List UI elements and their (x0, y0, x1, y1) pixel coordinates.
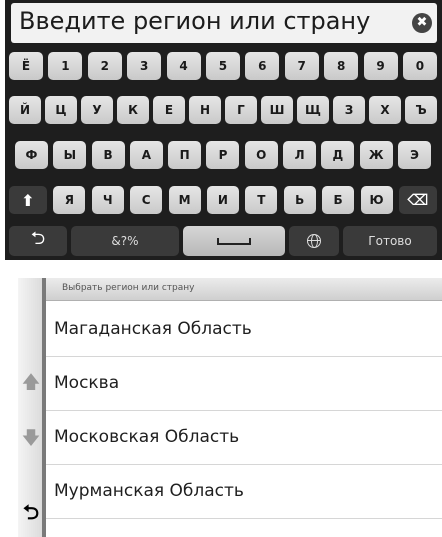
key[interactable]: О (244, 141, 278, 169)
key[interactable]: 7 (284, 52, 319, 80)
key[interactable]: Н (189, 96, 221, 124)
key[interactable]: Ё (9, 52, 43, 80)
key[interactable]: 6 (245, 52, 280, 80)
list-item-label: Московская Область (54, 427, 240, 447)
key[interactable]: Щ (297, 96, 329, 124)
key[interactable]: 4 (166, 52, 201, 80)
key[interactable]: Ю (360, 186, 393, 214)
back-icon[interactable]: ⮌ (9, 226, 67, 256)
key[interactable]: П (168, 141, 202, 169)
key[interactable]: Б (322, 186, 355, 214)
key[interactable]: 8 (324, 52, 359, 80)
key[interactable]: В (91, 141, 125, 169)
key[interactable]: Х (369, 96, 401, 124)
key[interactable]: У (81, 96, 113, 124)
key[interactable]: Ь (283, 186, 316, 214)
key[interactable]: Т (245, 186, 278, 214)
key[interactable]: 3 (127, 52, 162, 80)
key[interactable]: Ы (53, 141, 87, 169)
key[interactable]: Ч (91, 186, 124, 214)
language-key[interactable] (289, 226, 339, 256)
key[interactable]: М (168, 186, 201, 214)
list-item-label: Москва (54, 373, 120, 393)
scroll-up-icon[interactable]: 🡅 (18, 370, 44, 400)
space-key[interactable] (183, 226, 285, 256)
key[interactable]: Е (153, 96, 185, 124)
list-header-title: Выбрать регион или страну (62, 283, 195, 293)
symbols-key[interactable]: &?% (71, 226, 179, 256)
key[interactable]: 2 (87, 52, 122, 80)
backspace-icon[interactable]: ⌫ (398, 186, 437, 214)
shift-icon[interactable]: ⬆ (9, 186, 47, 214)
search-input[interactable]: Введите регион или страну ✖ (11, 3, 437, 43)
globe-icon (307, 234, 321, 248)
key[interactable]: Ъ (405, 96, 437, 124)
list-item[interactable]: Магаданская Область (46, 303, 442, 357)
key[interactable]: Г (225, 96, 257, 124)
list-item[interactable]: Москва (46, 357, 442, 411)
keyboard-bottom-row: ⮌ &?% Готово (9, 226, 437, 256)
key-row-4: ⬆ Я Ч С М И Т Ь Б Ю ⌫ (9, 186, 437, 214)
key[interactable]: З (333, 96, 365, 124)
key-row-1: Ё 1 2 3 4 5 6 7 8 9 0 (9, 52, 437, 80)
list-item[interactable]: Мурманская Область (46, 465, 442, 519)
search-input-text: Введите регион или страну (19, 7, 371, 35)
list-header: Выбрать регион или страну (46, 278, 442, 301)
key[interactable]: Л (283, 141, 317, 169)
key[interactable]: Я (53, 186, 86, 214)
key[interactable]: А (129, 141, 163, 169)
key[interactable]: Р (206, 141, 240, 169)
key[interactable]: Ф (15, 141, 48, 169)
clear-icon[interactable]: ✖ (412, 13, 432, 33)
key[interactable]: 5 (205, 52, 240, 80)
scroll-down-icon[interactable]: 🡇 (18, 426, 44, 456)
back-icon[interactable]: ⮌ (18, 498, 44, 532)
list-screen: Выбрать регион или страну Магаданская Об… (18, 278, 442, 537)
key[interactable]: Ж (359, 141, 393, 169)
key[interactable]: С (130, 186, 163, 214)
key-row-3: Ф Ы В А П Р О Л Д Ж Э (15, 141, 431, 169)
space-bar-icon (217, 237, 251, 245)
key[interactable]: Д (321, 141, 355, 169)
done-button[interactable]: Готово (343, 226, 437, 256)
list-item-label: Мурманская Область (54, 481, 244, 501)
list-item-label: Магаданская Область (54, 319, 252, 339)
key[interactable]: Э (397, 141, 431, 169)
key[interactable]: 9 (363, 52, 398, 80)
key[interactable]: И (206, 186, 239, 214)
key[interactable]: Й (9, 96, 41, 124)
key[interactable]: Ц (45, 96, 77, 124)
key[interactable]: 0 (402, 52, 437, 80)
key[interactable]: Ш (261, 96, 293, 124)
keyboard-screen: Введите регион или страну ✖ Ё 1 2 3 4 5 … (5, 0, 442, 260)
key-row-2: Й Ц У К Е Н Г Ш Щ З Х Ъ (9, 96, 437, 124)
key[interactable]: 1 (48, 52, 83, 80)
key[interactable]: К (117, 96, 149, 124)
list-item[interactable]: Московская Область (46, 411, 442, 465)
